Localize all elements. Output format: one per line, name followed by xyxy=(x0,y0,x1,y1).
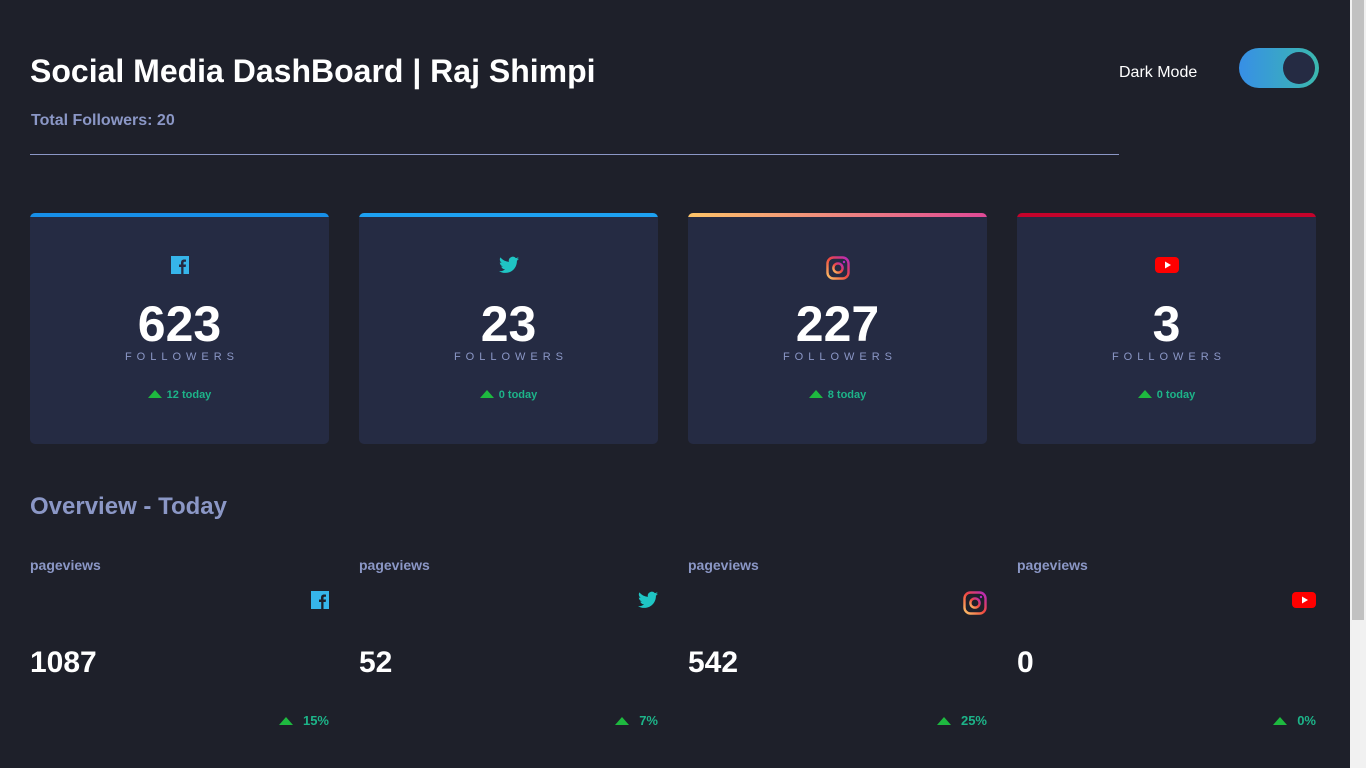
scrollbar-thumb[interactable] xyxy=(1352,0,1364,620)
metric-value: 542 xyxy=(688,646,739,679)
card-twitter[interactable]: 23 FOLLOWERS 0 today xyxy=(359,213,658,444)
header-divider xyxy=(30,154,1119,155)
metric-change: 15% xyxy=(278,713,329,728)
arrow-up-icon xyxy=(1273,717,1288,725)
arrow-up-icon xyxy=(147,390,162,398)
metric-change-text: 15% xyxy=(302,713,329,728)
followers-label: FOLLOWERS xyxy=(453,351,569,363)
follower-count: 623 xyxy=(137,296,222,352)
arrow-up-icon xyxy=(1137,390,1152,398)
vertical-scrollbar[interactable] xyxy=(1350,0,1366,768)
arrow-up-icon xyxy=(808,390,823,398)
followers-label: FOLLOWERS xyxy=(1111,351,1227,363)
instagram-icon xyxy=(963,591,987,620)
metric-label: pageviews xyxy=(359,557,430,573)
facebook-icon xyxy=(170,256,189,279)
today-change-text: 12 today xyxy=(166,389,212,401)
overview-grid: pageviews 1087 15% pageviews 52 7% pagev… xyxy=(30,556,1316,736)
youtube-icon xyxy=(1292,591,1316,614)
card-instagram[interactable]: 227 FOLLOWERS 8 today xyxy=(688,213,987,444)
youtube-icon xyxy=(1154,256,1179,279)
today-change-text: 0 today xyxy=(498,389,538,401)
metric-label: pageviews xyxy=(1017,557,1088,573)
overview-card-twitter[interactable]: pageviews 52 7% xyxy=(359,556,658,736)
instagram-icon xyxy=(825,256,850,285)
metric-label: pageviews xyxy=(30,557,101,573)
follower-count: 227 xyxy=(795,296,880,352)
metric-value: 52 xyxy=(359,646,393,679)
dashboard-page: Social Media DashBoard | Raj Shimpi Tota… xyxy=(0,0,1350,768)
overview-card-youtube[interactable]: pageviews 0 0% xyxy=(1017,556,1316,736)
arrow-up-icon xyxy=(479,390,494,398)
today-change-text: 8 today xyxy=(827,389,867,401)
card-accent-bar xyxy=(30,213,329,217)
metric-change-text: 0% xyxy=(1297,713,1316,728)
facebook-icon xyxy=(311,591,329,614)
page-title: Social Media DashBoard | Raj Shimpi xyxy=(30,53,596,89)
card-accent-bar xyxy=(688,213,987,217)
metric-change: 25% xyxy=(936,713,987,728)
overview-title: Overview - Today xyxy=(30,493,227,520)
card-facebook[interactable]: 623 FOLLOWERS 12 today xyxy=(30,213,329,444)
metric-change: 0% xyxy=(1273,713,1316,728)
arrow-up-icon xyxy=(278,717,293,725)
arrow-up-icon xyxy=(615,717,630,725)
metric-change-text: 7% xyxy=(639,713,658,728)
overview-card-instagram[interactable]: pageviews 542 25% xyxy=(688,556,987,736)
followers-label: FOLLOWERS xyxy=(124,351,240,363)
overview-card-facebook[interactable]: pageviews 1087 15% xyxy=(30,556,329,736)
today-change: 0 today xyxy=(1017,389,1316,401)
card-accent-bar xyxy=(1017,213,1316,217)
card-youtube[interactable]: 3 FOLLOWERS 0 today xyxy=(1017,213,1316,444)
today-change: 8 today xyxy=(688,389,987,401)
twitter-icon xyxy=(638,591,658,614)
metric-change: 7% xyxy=(615,713,658,728)
follower-cards: 623 FOLLOWERS 12 today 23 FOLLOWERS 0 to… xyxy=(30,213,1316,444)
card-accent-bar xyxy=(359,213,658,217)
dark-mode-toggle[interactable] xyxy=(1239,48,1319,88)
today-change-text: 0 today xyxy=(1156,389,1196,401)
metric-value: 1087 xyxy=(30,646,97,679)
total-followers: Total Followers: 20 xyxy=(31,112,175,129)
arrow-up-icon xyxy=(936,717,951,725)
today-change: 0 today xyxy=(359,389,658,401)
metric-change-text: 25% xyxy=(960,713,987,728)
follower-count: 3 xyxy=(1152,296,1181,352)
dark-mode-label: Dark Mode xyxy=(1119,64,1198,81)
toggle-knob[interactable] xyxy=(1283,52,1315,84)
today-change: 12 today xyxy=(30,389,329,401)
follower-count: 23 xyxy=(480,296,537,352)
metric-value: 0 xyxy=(1017,646,1034,679)
metric-label: pageviews xyxy=(688,557,759,573)
twitter-icon xyxy=(498,256,519,279)
followers-label: FOLLOWERS xyxy=(782,351,898,363)
